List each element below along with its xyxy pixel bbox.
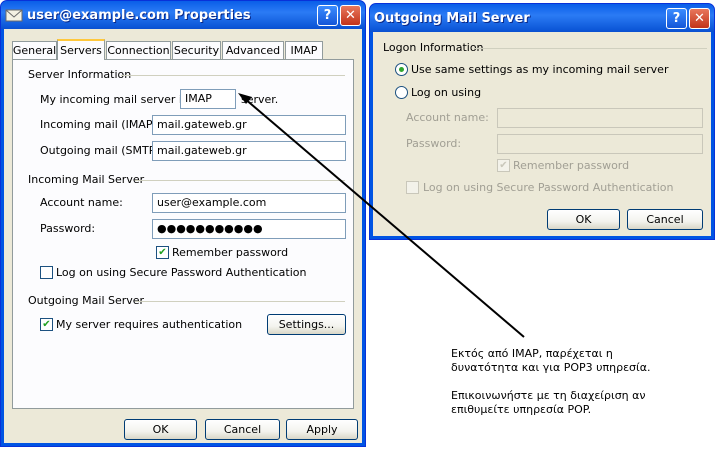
account-name-label: Account name: (406, 111, 489, 124)
use-same-settings-radio[interactable] (395, 63, 408, 76)
remember-password-checkbox[interactable]: ✔ (156, 246, 169, 259)
account-name-field[interactable]: user@example.com (152, 193, 346, 213)
divider (121, 75, 345, 76)
spa-checkbox[interactable] (406, 181, 419, 194)
tab-label: Security (173, 44, 220, 57)
annotation-line: Εκτός από IMAP, παρέχεται η (451, 347, 613, 360)
server-type-suffix: server. (241, 93, 279, 106)
tab-label: General (12, 44, 57, 57)
outgoing-client: Logon Information Use same settings as m… (373, 32, 711, 236)
tab-imap[interactable]: IMAP (285, 41, 323, 59)
tab-general[interactable]: General (12, 41, 57, 59)
log-on-using-radio[interactable] (395, 86, 408, 99)
apply-button[interactable]: Apply (286, 419, 358, 440)
servers-panel: Server Information My incoming mail serv… (12, 59, 354, 409)
outgoing-title: Outgoing Mail Server (374, 10, 530, 26)
properties-client: General Servers Connection Security Adva… (4, 29, 362, 443)
server-type-select[interactable]: IMAP (180, 89, 236, 109)
tab-label: IMAP (290, 44, 318, 57)
tab-connection[interactable]: Connection (106, 41, 171, 59)
tab-advanced[interactable]: Advanced (222, 41, 284, 59)
help-button[interactable]: ? (666, 7, 687, 29)
divider (135, 301, 345, 302)
ok-button[interactable]: OK (124, 419, 197, 440)
properties-titlebar[interactable]: user@example.com Properties ? ✕ (1, 1, 365, 29)
annotation-line: δυνατότητα και για POP3 υπηρεσία. (451, 361, 651, 374)
server-info-title: Server Information (28, 68, 132, 81)
outgoing-mail-field[interactable]: mail.gateweb.gr (152, 141, 346, 161)
tab-security[interactable]: Security (172, 41, 221, 59)
logon-info-title: Logon Information (383, 41, 484, 54)
remember-password-label: Remember password (172, 246, 289, 259)
remember-password-checkbox[interactable]: ✔ (497, 159, 510, 172)
password-field[interactable]: ●●●●●●●●●●● (152, 219, 346, 239)
radio-dot (399, 67, 404, 72)
cancel-button[interactable]: Cancel (205, 419, 280, 440)
divider (475, 48, 707, 49)
spa-label: Log on using Secure Password Authenticat… (423, 181, 674, 194)
cancel-button[interactable]: Cancel (627, 209, 703, 230)
ok-label: OK (152, 423, 169, 436)
password-label: Password: (40, 222, 96, 235)
tab-servers[interactable]: Servers (57, 39, 105, 60)
help-button[interactable]: ? (317, 4, 338, 26)
requires-auth-label: My server requires authentication (56, 318, 243, 331)
spa-checkbox[interactable] (40, 266, 53, 279)
password-label: Password: (406, 137, 462, 150)
log-on-using-label: Log on using (411, 86, 482, 99)
outgoing-server-dialog: Outgoing Mail Server ? ✕ Logon Informati… (369, 3, 715, 240)
server-type-prefix: My incoming mail server is a (40, 93, 198, 106)
outgoing-titlebar[interactable]: Outgoing Mail Server ? ✕ (370, 4, 714, 32)
cancel-label: Cancel (223, 423, 262, 436)
envelope-icon (5, 8, 23, 22)
incoming-mail-field[interactable]: mail.gateweb.gr (152, 115, 346, 135)
account-name-label: Account name: (40, 196, 123, 209)
account-name-field[interactable] (497, 108, 703, 128)
outgoing-server-title: Outgoing Mail Server (28, 294, 145, 307)
remember-password-label: Remember password (513, 159, 630, 172)
annotation-line: Επικοινωνήστε με τη διαχείριση αν (451, 389, 646, 402)
close-button[interactable]: ✕ (689, 7, 710, 29)
spa-label: Log on using Secure Password Authenticat… (56, 266, 307, 279)
cancel-label: Cancel (646, 213, 684, 226)
use-same-settings-label: Use same settings as my incoming mail se… (411, 63, 669, 76)
settings-button[interactable]: Settings... (267, 314, 346, 335)
settings-button-label: Settings... (278, 318, 335, 331)
incoming-mail-label: Incoming mail (IMAP): (40, 118, 161, 131)
requires-auth-checkbox[interactable]: ✔ (40, 318, 53, 331)
ok-button[interactable]: OK (547, 209, 620, 230)
outgoing-mail-label: Outgoing mail (SMTP): (40, 144, 164, 157)
divider (135, 180, 345, 181)
tab-label: Advanced (225, 44, 281, 57)
properties-title: user@example.com Properties (27, 7, 251, 23)
properties-window: user@example.com Properties ? ✕ General … (0, 0, 366, 447)
ok-label: OK (575, 213, 592, 226)
apply-label: Apply (306, 423, 338, 436)
annotation-line: επιθυμείτε υπηρεσία POP. (451, 403, 592, 416)
incoming-server-title: Incoming Mail Server (28, 173, 145, 186)
close-button[interactable]: ✕ (340, 4, 361, 26)
tab-label: Connection (107, 44, 170, 57)
password-field[interactable] (497, 134, 703, 154)
tab-label: Servers (60, 44, 102, 57)
